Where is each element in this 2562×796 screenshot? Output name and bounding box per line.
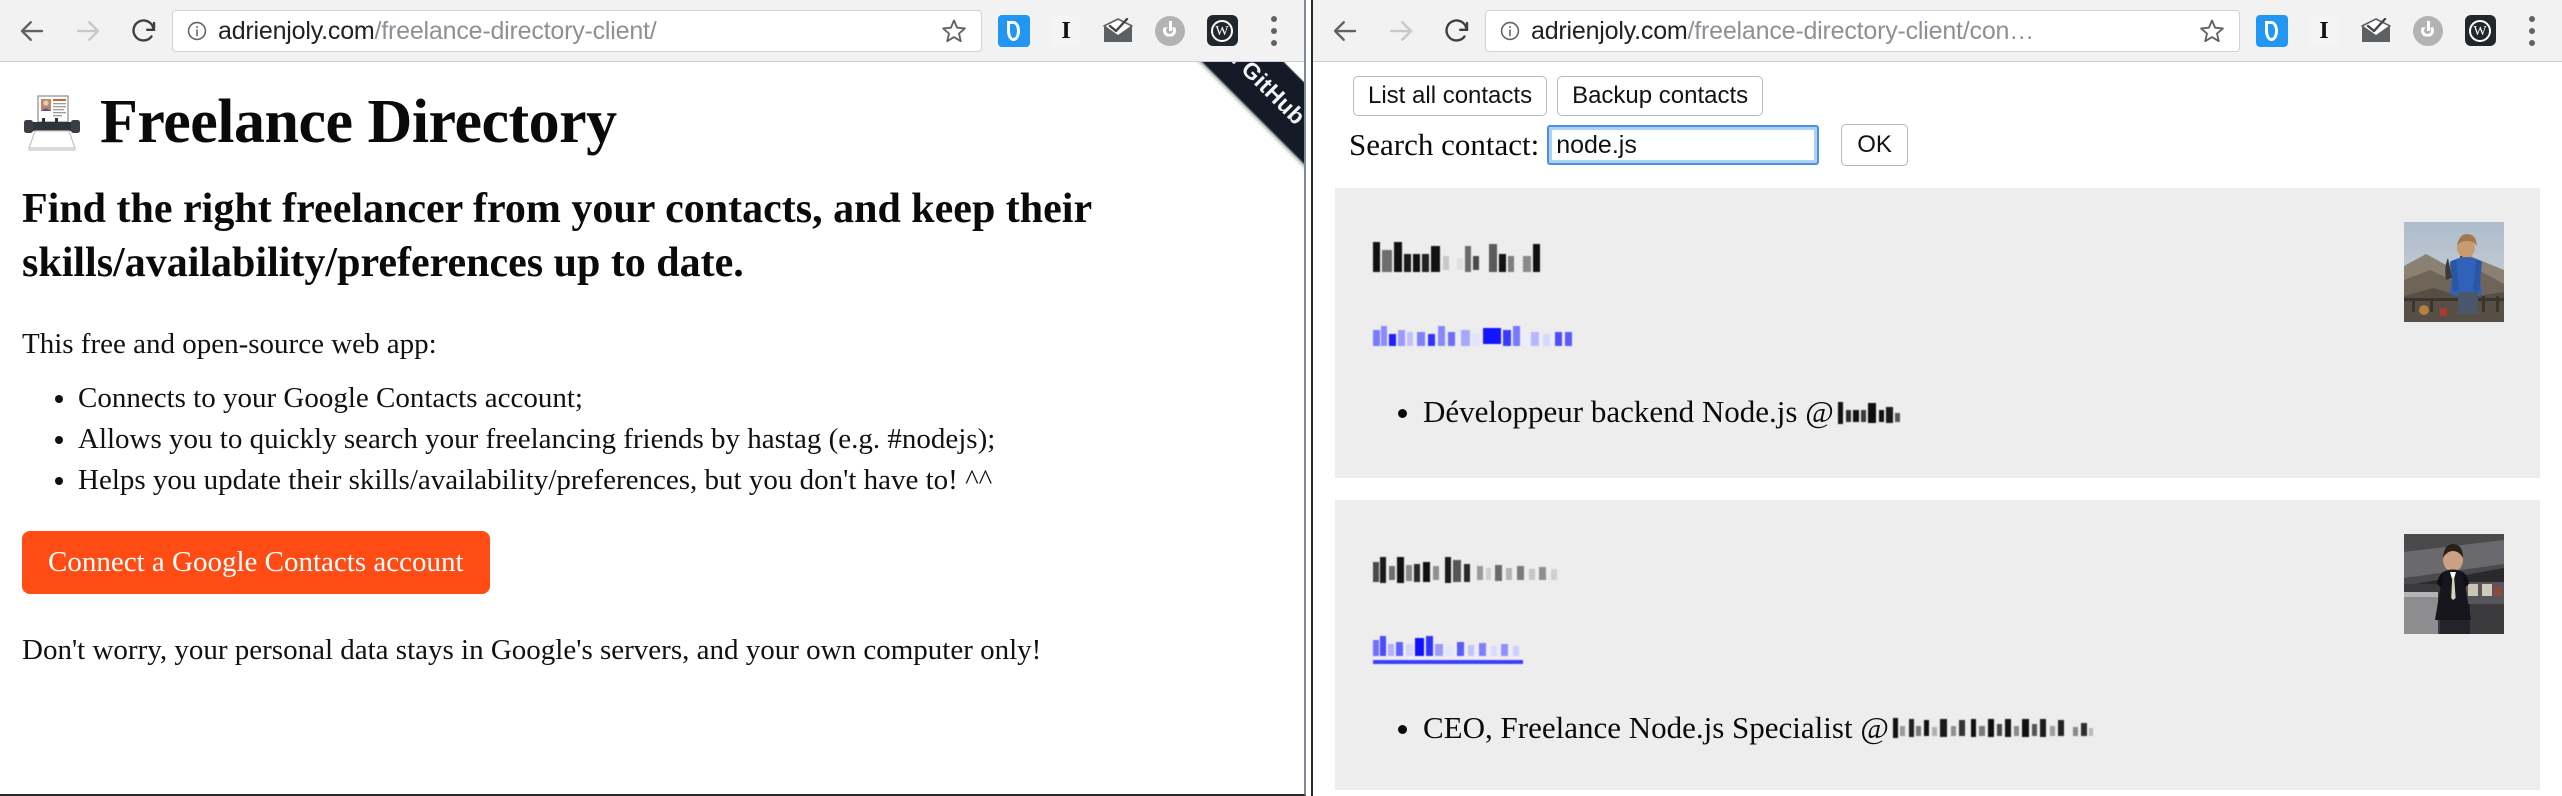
avatar: [2404, 222, 2504, 322]
browser-toolbar-right: adrienjoly.com/freelance-directory-clien…: [1313, 0, 2562, 62]
page-title: Freelance Directory: [22, 88, 1282, 156]
feature-list: Connects to your Google Contacts account…: [22, 378, 1282, 502]
ok-button[interactable]: OK: [1841, 124, 1908, 166]
contact-role-list: CEO, Freelance Node.js Specialist @: [1373, 708, 2500, 748]
browser-window-right: adrienjoly.com/freelance-directory-clien…: [1311, 0, 2562, 796]
backup-contacts-button[interactable]: Backup contacts: [1557, 76, 1764, 116]
url-path: /freelance-directory-client/: [374, 16, 657, 45]
url-text: adrienjoly.com/freelance-directory-clien…: [1531, 17, 2189, 45]
url-text: adrienjoly.com/freelance-directory-clien…: [218, 17, 931, 45]
mail-check-extension-icon[interactable]: [2350, 3, 2402, 59]
contact-card[interactable]: CEO, Freelance Node.js Specialist @: [1335, 500, 2540, 790]
contacts-app-content: List all contacts Backup contacts Search…: [1313, 62, 2562, 795]
reload-button[interactable]: [116, 3, 172, 59]
page-tagline: Find the right freelancer from your cont…: [22, 186, 1092, 286]
power-extension-icon[interactable]: [1144, 3, 1196, 59]
contact-email-link-redacted[interactable]: [1373, 636, 1523, 664]
site-info-icon[interactable]: [1498, 19, 1522, 43]
url-path: /freelance-directory-client/con…: [1687, 16, 2035, 45]
bookmark-star-icon[interactable]: [937, 14, 971, 48]
search-row: Search contact: OK: [1349, 124, 2540, 166]
list-item: Connects to your Google Contacts account…: [78, 378, 1282, 419]
url-host: adrienjoly.com: [218, 16, 375, 45]
privacy-footnote: Don't worry, your personal data stays in…: [22, 634, 1042, 667]
contact-company-redacted: [1892, 718, 2093, 740]
url-host: adrienjoly.com: [1531, 16, 1688, 45]
contacts-action-row: List all contacts Backup contacts: [1353, 76, 2540, 116]
forward-button[interactable]: [1373, 3, 1429, 59]
page-title-text: Freelance Directory: [100, 88, 617, 156]
d-extension-icon[interactable]: [2246, 3, 2298, 59]
search-contact-label: Search contact:: [1349, 127, 1540, 162]
connect-google-contacts-button[interactable]: Connect a Google Contacts account: [22, 531, 490, 595]
contact-name-redacted: [1373, 554, 1565, 584]
reload-button[interactable]: [1429, 3, 1485, 59]
d-extension-icon[interactable]: [988, 3, 1040, 59]
address-bar[interactable]: adrienjoly.com/freelance-directory-clien…: [1485, 9, 2240, 52]
contact-role-text: CEO, Freelance Node.js Specialist @: [1423, 710, 1889, 745]
extension-toolbar-right: I W: [2246, 3, 2562, 59]
contact-company-redacted: [1837, 402, 1900, 424]
page-lead-text: This free and open-source web app:: [22, 327, 437, 360]
chrome-menu-button[interactable]: [2506, 3, 2558, 59]
browser-window-left: adrienjoly.com/freelance-directory-clien…: [0, 0, 1306, 796]
back-button[interactable]: [4, 3, 60, 59]
landing-page-content: Fork me on GitHub: [0, 62, 1304, 794]
instapaper-extension-icon[interactable]: I: [1040, 3, 1092, 59]
contact-name-redacted: [1373, 242, 1553, 272]
site-info-icon[interactable]: [185, 19, 209, 43]
forward-button[interactable]: [60, 3, 116, 59]
power-extension-icon[interactable]: [2402, 3, 2454, 59]
contact-email-link-redacted[interactable]: [1373, 324, 1579, 348]
contact-card[interactable]: Développeur backend Node.js @: [1335, 188, 2540, 478]
list-item: CEO, Freelance Node.js Specialist @: [1423, 708, 2500, 748]
search-contact-input[interactable]: [1547, 125, 1820, 165]
instapaper-extension-icon[interactable]: I: [2298, 3, 2350, 59]
chrome-menu-button[interactable]: [1248, 3, 1300, 59]
list-item: Helps you update their skills/availabili…: [78, 460, 1282, 501]
w-extension-icon[interactable]: W: [1196, 3, 1248, 59]
address-bar[interactable]: adrienjoly.com/freelance-directory-clien…: [172, 9, 982, 52]
contact-role-text: Développeur backend Node.js @: [1423, 394, 1834, 429]
mail-check-extension-icon[interactable]: [1092, 3, 1144, 59]
back-button[interactable]: [1317, 3, 1373, 59]
list-item: Développeur backend Node.js @: [1423, 392, 2500, 432]
contact-role-list: Développeur backend Node.js @: [1373, 392, 2500, 432]
avatar: [2404, 534, 2504, 634]
list-all-contacts-button[interactable]: List all contacts: [1353, 76, 1548, 116]
extension-toolbar-left: I W: [988, 3, 1304, 59]
bookmark-star-icon[interactable]: [2195, 14, 2229, 48]
list-item: Allows you to quickly search your freela…: [78, 419, 1282, 460]
browser-toolbar-left: adrienjoly.com/freelance-directory-clien…: [0, 0, 1304, 62]
w-extension-icon[interactable]: W: [2454, 3, 2506, 59]
fax-machine-icon: [22, 94, 82, 152]
